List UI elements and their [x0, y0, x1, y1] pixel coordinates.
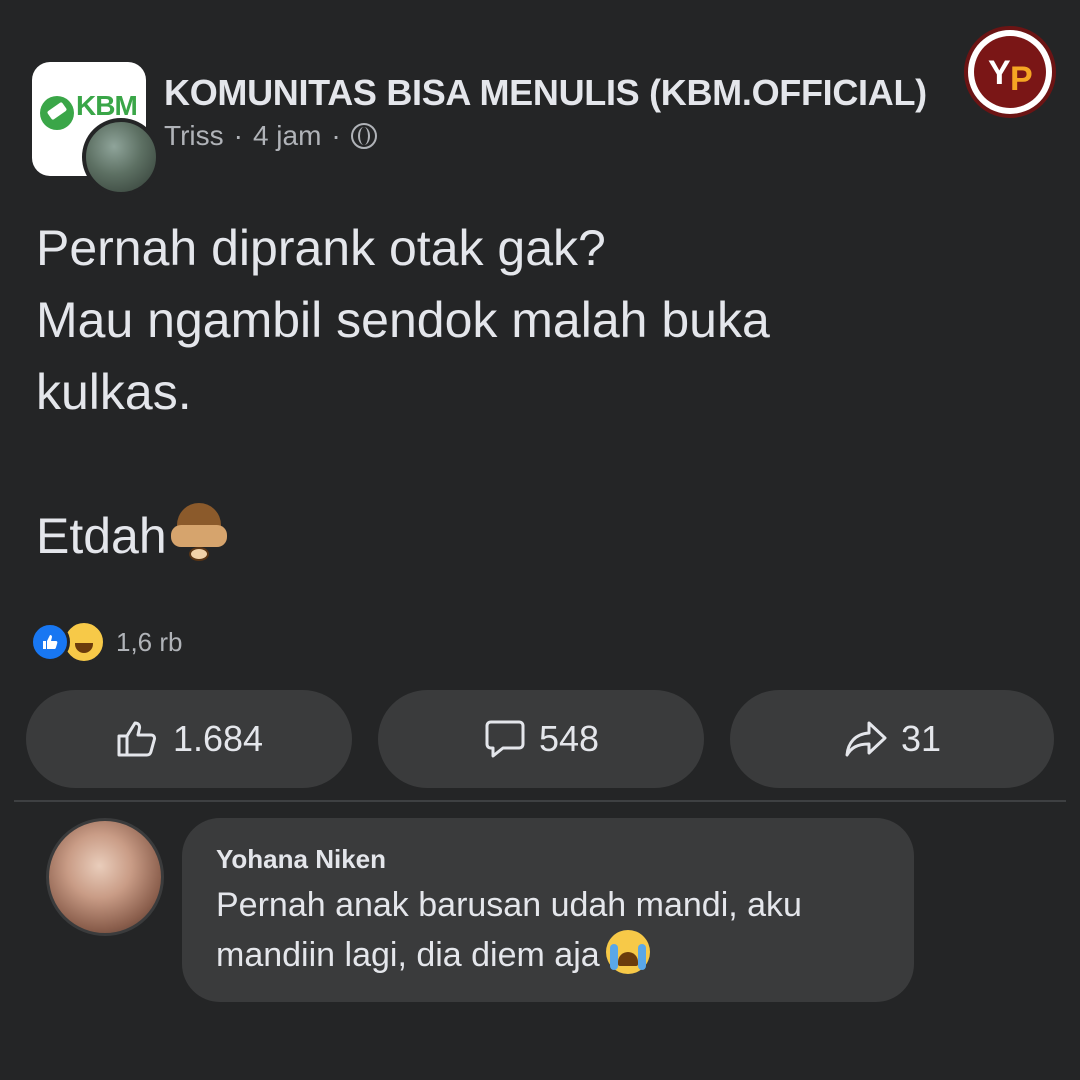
speech-bubble-icon	[483, 718, 527, 760]
reaction-summary[interactable]: 1,6 rb	[30, 620, 183, 664]
comment-bubble[interactable]: Yohana Niken Pernah anak barusan udah ma…	[182, 818, 914, 1002]
post-header: KBM KOMUNITAS BISA MENULIS (KBM.OFFICIAL…	[32, 62, 1032, 196]
watermark-logo: Y P	[964, 26, 1056, 118]
post-body: Pernah diprank otak gak? Mau ngambil sen…	[36, 212, 1036, 572]
commenter-avatar[interactable]	[46, 818, 164, 936]
comment-author[interactable]: Yohana Niken	[216, 844, 386, 875]
share-arrow-icon	[843, 719, 889, 759]
comment-count: 548	[538, 718, 600, 759]
comment-button[interactable]: 548	[378, 690, 704, 788]
like-button[interactable]: 1.684	[26, 690, 352, 788]
share-button[interactable]: 31	[730, 690, 1054, 788]
post-meta: Triss · 4 jam ·	[164, 120, 377, 152]
post-closing-text: Etdah	[36, 508, 167, 564]
crying-face-icon	[605, 930, 650, 974]
comment-text-line: mandiin lagi, dia diem aja	[216, 930, 802, 980]
meta-separator: ·	[233, 120, 243, 151]
thumbs-up-icon	[115, 719, 161, 759]
share-count: 31	[900, 718, 942, 759]
comments-divider	[14, 800, 1066, 802]
post-closing-line: Etdah	[36, 500, 1036, 572]
see-no-evil-monkey-icon	[167, 501, 231, 565]
comment-text-line: Pernah anak barusan udah mandi, aku	[216, 886, 802, 924]
author-avatar[interactable]	[82, 118, 160, 196]
watermark-letter-p: P	[1010, 60, 1033, 98]
like-count: 1.684	[172, 718, 264, 759]
author-name[interactable]: Triss	[164, 120, 224, 152]
group-name[interactable]: KOMUNITAS BISA MENULIS (KBM.OFFICIAL)	[164, 72, 927, 114]
like-reaction-icon	[30, 622, 70, 662]
post-text-line: Mau ngambil sendok malah buka	[36, 292, 770, 348]
comment-text-line-content: mandiin lagi, dia diem aja	[216, 936, 600, 974]
globe-icon	[350, 123, 377, 149]
post-text-line: kulkas.	[36, 364, 192, 420]
post-text-line: Pernah diprank otak gak?	[36, 220, 606, 276]
watermark-letter-y: Y	[988, 54, 1011, 92]
post-time[interactable]: 4 jam	[253, 120, 321, 152]
watermark-badge: Y P	[974, 36, 1046, 108]
reaction-count: 1,6 rb	[116, 626, 183, 657]
meta-separator: ·	[331, 120, 341, 151]
comment-text: Pernah anak barusan udah mandi, aku mand…	[216, 880, 802, 980]
group-logo-text: KBM	[76, 90, 138, 121]
